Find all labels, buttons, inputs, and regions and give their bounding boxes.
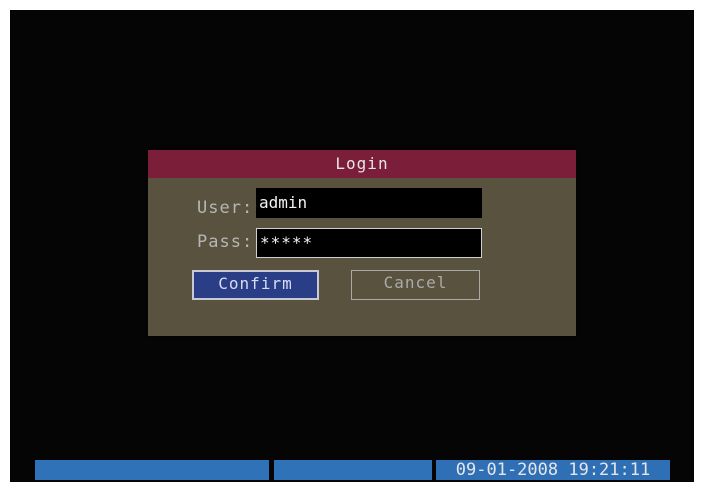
pass-label: Pass: (197, 232, 254, 252)
confirm-button[interactable]: Confirm (192, 270, 319, 300)
datetime-display: 09-01-2008 19:21:11 (436, 460, 670, 480)
status-bar-segment-1 (35, 460, 269, 480)
cancel-button[interactable]: Cancel (351, 270, 480, 300)
dialog-title: Login (148, 150, 576, 178)
user-label: User: (197, 198, 254, 218)
login-dialog: Login User: Pass: Confirm Cancel (148, 150, 576, 336)
user-input[interactable] (256, 188, 482, 218)
status-bar-segment-2 (274, 460, 432, 480)
password-input[interactable] (256, 228, 482, 258)
